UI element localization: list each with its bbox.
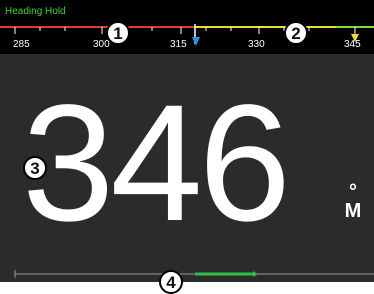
degree-symbol: ° xyxy=(349,181,357,203)
rudder-position-arrow-icon xyxy=(253,271,258,277)
tick-label: 285 xyxy=(13,39,30,50)
tick-label: 300 xyxy=(93,39,110,50)
current-heading-triangle-icon xyxy=(192,37,200,46)
rudder-indicator xyxy=(14,270,374,278)
callout-3: 3 xyxy=(23,156,47,180)
mode-label: Heading Hold xyxy=(5,6,66,17)
tick-label: 315 xyxy=(170,39,187,50)
heading-readout: 346 xyxy=(22,71,291,256)
tick-label: 330 xyxy=(248,39,265,50)
heading-scale-bar: Heading Hold 285 300 315 330 345 xyxy=(0,0,374,54)
callout-4: 4 xyxy=(159,270,183,294)
magnetic-reference-label: M xyxy=(344,200,362,222)
callout-1: 1 xyxy=(106,21,130,45)
compass-scale: 285 300 315 330 345 xyxy=(0,24,374,50)
autopilot-screen: Heading Hold 285 300 315 330 345 346 ° M xyxy=(0,0,374,282)
callout-2: 2 xyxy=(284,21,308,45)
heading-unit: ° M xyxy=(341,181,365,222)
tick-label: 345 xyxy=(344,39,361,50)
